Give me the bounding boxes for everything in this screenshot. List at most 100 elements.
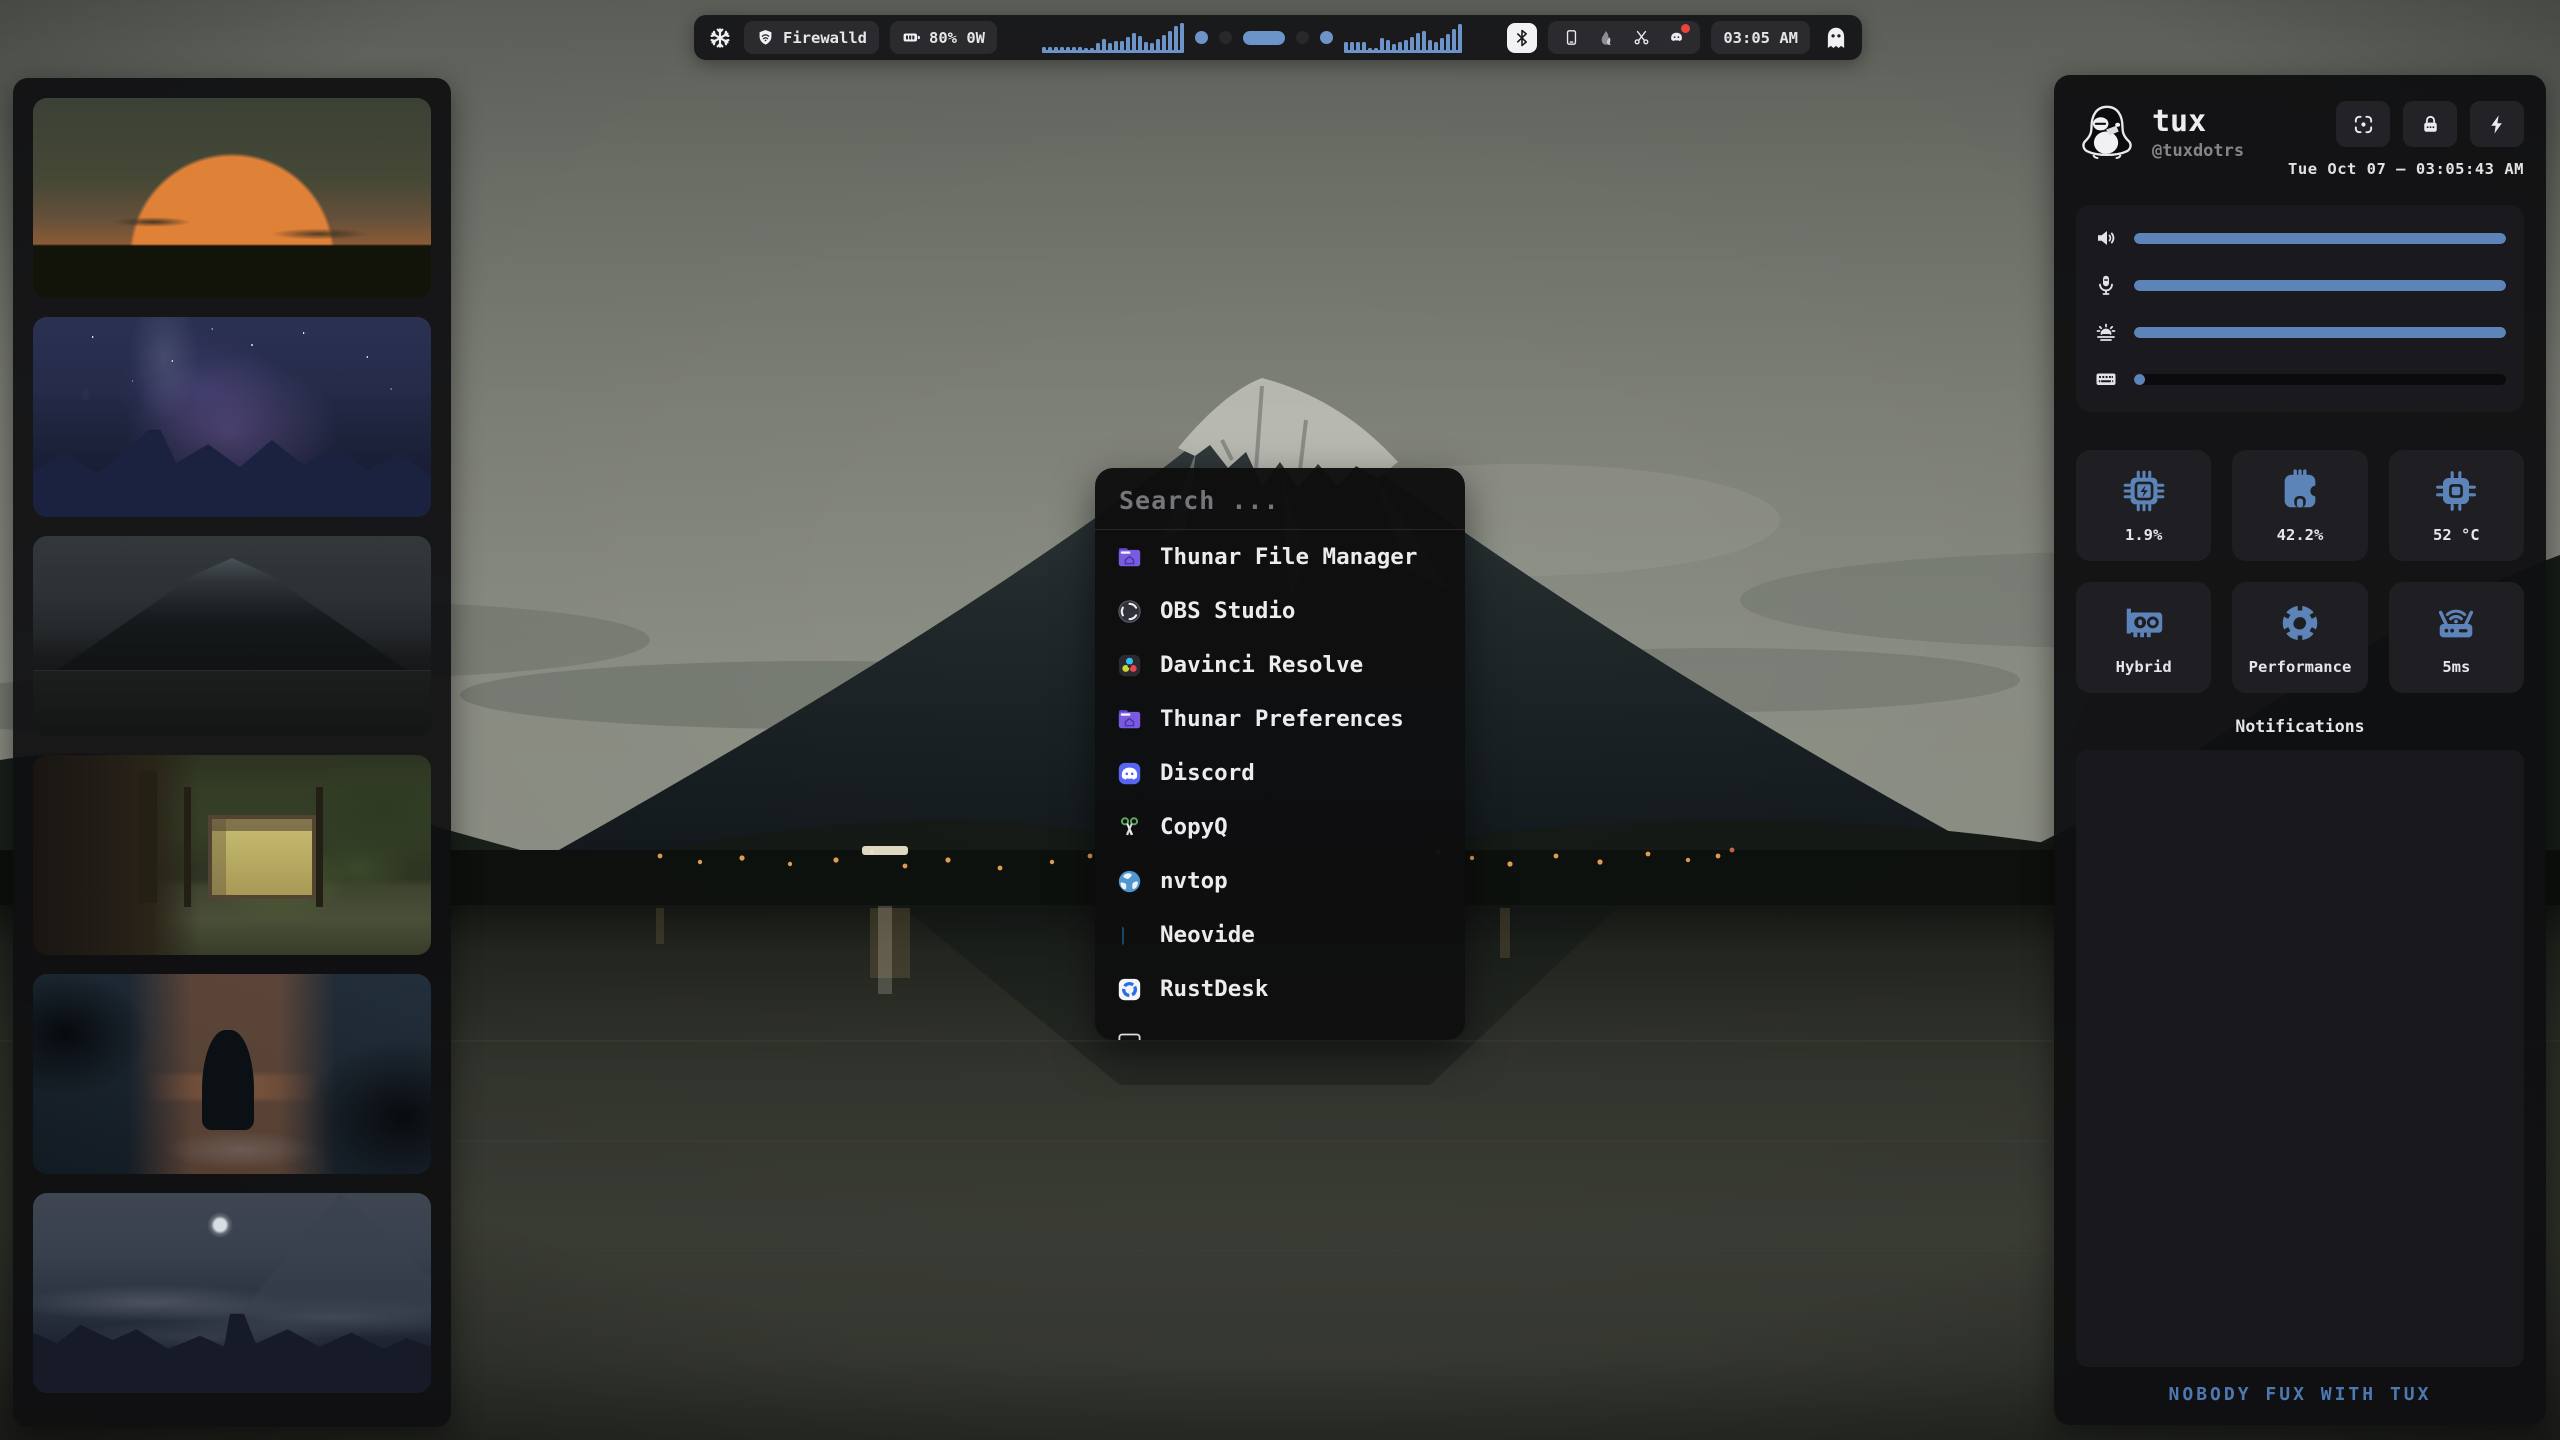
slider-fill: [2134, 280, 2506, 291]
launcher-item[interactable]: Davinci Resolve: [1095, 638, 1465, 692]
launcher-item[interactable]: nvtop: [1095, 854, 1465, 908]
panel-header-right: Tue Oct 07 – 03:05:43 AM: [2288, 101, 2524, 178]
sliders-card: [2076, 205, 2524, 412]
wallpaper-thumbnail-sunset-bench[interactable]: [33, 98, 431, 298]
volume-slider-row: [2094, 224, 2506, 252]
obs-icon: [1116, 598, 1143, 625]
gpu-icon: [2121, 600, 2167, 646]
gpu-icon: [2121, 600, 2167, 646]
record-button[interactable]: [2336, 101, 2390, 147]
scissors-icon: [1632, 28, 1651, 47]
shield-icon: [756, 28, 775, 47]
viz-bar: [1048, 47, 1052, 50]
stat-card-gpu[interactable]: Hybrid: [2076, 582, 2211, 693]
stat-card-gauge[interactable]: Performance: [2232, 582, 2367, 693]
launcher-item[interactable]: [1095, 1016, 1465, 1040]
viz-bar: [1422, 31, 1426, 50]
wallpaper-thumbnail-japanese-garden[interactable]: [33, 755, 431, 955]
wallpaper-thumbnail-bedroom-dusk[interactable]: [33, 974, 431, 1174]
scissors-tray-item[interactable]: [1632, 28, 1651, 47]
ram-icon: [2277, 468, 2323, 514]
clock-widget[interactable]: 03:05 AM: [1711, 21, 1810, 54]
viz-bar: [1090, 48, 1094, 50]
launcher-item[interactable]: RustDesk: [1095, 962, 1465, 1016]
gauge-icon: [2277, 600, 2323, 646]
bluetooth-button[interactable]: [1507, 23, 1537, 53]
rustdesk-icon: [1116, 976, 1143, 1003]
viz-bar: [1072, 47, 1076, 50]
panel-header: tux @tuxdotrs Tue Oct 07 – 03:05:43 AM: [2076, 101, 2524, 178]
launcher-menu-button[interactable]: [707, 25, 733, 51]
keyboard-slider[interactable]: [2134, 374, 2506, 385]
viz-bar: [1428, 40, 1432, 50]
wallpaper-thumbnail-fuji-night[interactable]: [33, 536, 431, 736]
viz-bar: [1416, 33, 1420, 50]
launcher-item[interactable]: CopyQ: [1095, 800, 1465, 854]
volume-slider[interactable]: [2134, 233, 2506, 244]
stat-card-temp[interactable]: 52 °C: [2389, 450, 2524, 561]
workspace-occupied[interactable]: [1320, 31, 1333, 44]
viz-bar: [1344, 42, 1348, 50]
app-label: Thunar File Manager: [1160, 544, 1417, 570]
brightness-slider[interactable]: [2134, 327, 2506, 338]
lock-button[interactable]: [2403, 101, 2457, 147]
wallpaper-thumbnail-night-castle[interactable]: [33, 317, 431, 517]
discord-tray-tray-item[interactable]: [1667, 28, 1686, 47]
record-icon: [2352, 113, 2375, 136]
viz-bar: [1084, 48, 1088, 50]
bluetooth-icon: [1512, 28, 1532, 48]
slider-fill: [2134, 327, 2506, 338]
app-label: Thunar Preferences: [1160, 706, 1404, 732]
ghost-icon[interactable]: [1823, 25, 1849, 51]
thunar-icon: [1116, 706, 1143, 733]
gauge-icon: [2277, 600, 2323, 646]
viz-bar: [1458, 24, 1462, 50]
top-bar: Firewalld 80% 0W 03:05 AM: [694, 15, 1862, 60]
temp-icon: [2433, 468, 2479, 514]
workspace-empty[interactable]: [1219, 31, 1232, 44]
quick-actions: [2336, 101, 2524, 147]
viz-bar: [1180, 23, 1184, 50]
phone-tray-item[interactable]: [1562, 28, 1581, 47]
viz-bar: [1120, 41, 1124, 50]
launcher-item[interactable]: Discord: [1095, 746, 1465, 800]
app-label: Davinci Resolve: [1160, 652, 1363, 678]
stat-card-router[interactable]: 5ms: [2389, 582, 2524, 693]
launcher-item[interactable]: OBS Studio: [1095, 584, 1465, 638]
microphone-slider[interactable]: [2134, 280, 2506, 291]
user-info: tux @tuxdotrs: [2076, 101, 2244, 165]
battery-icon: [902, 28, 921, 47]
keyboard-icon: [2094, 367, 2118, 391]
battery-widget[interactable]: 80% 0W: [890, 21, 997, 54]
clock-label: 03:05 AM: [1723, 29, 1798, 47]
workspace-empty[interactable]: [1296, 31, 1309, 44]
top-bar-left-group: Firewalld 80% 0W: [707, 21, 997, 54]
app-icon: [1116, 760, 1143, 787]
workspace-active[interactable]: [1243, 31, 1285, 45]
firewalld-label: Firewalld: [783, 29, 867, 47]
firewalld-button[interactable]: Firewalld: [744, 21, 879, 54]
launcher-item[interactable]: Thunar Preferences: [1095, 692, 1465, 746]
stat-value: 52 °C: [2433, 526, 2480, 544]
workspace-occupied[interactable]: [1195, 31, 1208, 44]
microphone-icon: [2094, 273, 2118, 297]
viz-bar: [1392, 44, 1396, 50]
launcher-search-input[interactable]: [1117, 485, 1443, 516]
battery-label: 80% 0W: [929, 29, 985, 47]
lock-icon: [2419, 113, 2442, 136]
audio-visualizer-right: [1344, 23, 1462, 53]
stat-card-ram[interactable]: 42.2%: [2232, 450, 2367, 561]
brightness-slider-row: [2094, 318, 2506, 346]
wallpaper-thumbnail-misty-moon[interactable]: [33, 1193, 431, 1393]
launcher-item[interactable]: Thunar File Manager: [1095, 530, 1465, 584]
record-icon: [2352, 113, 2375, 136]
viz-bar: [1150, 43, 1154, 50]
bolt-button[interactable]: [2470, 101, 2524, 147]
wallpaper-dock: [13, 78, 451, 1427]
cpu-icon: [2121, 468, 2167, 514]
launcher-item[interactable]: Neovide: [1095, 908, 1465, 962]
stat-card-cpu[interactable]: 1.9%: [2076, 450, 2211, 561]
stat-value: 42.2%: [2277, 526, 2324, 544]
flame-tray-item[interactable]: [1597, 28, 1616, 47]
notification-badge: [1681, 24, 1690, 33]
